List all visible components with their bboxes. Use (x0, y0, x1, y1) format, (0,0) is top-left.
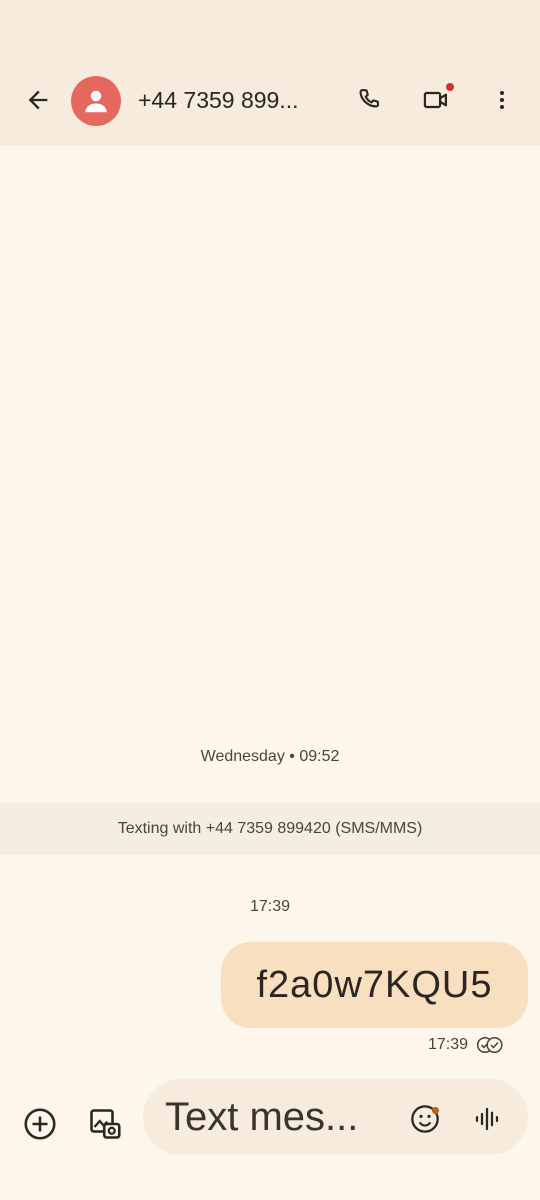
date-separator: Wednesday • 09:52 (200, 748, 340, 765)
add-attachment-button[interactable] (18, 1102, 62, 1146)
video-call-button[interactable] (412, 78, 460, 122)
avatar-person-icon (85, 90, 107, 113)
contact-title[interactable]: +44 7359 899... (138, 87, 299, 114)
voice-message-button[interactable] (465, 1097, 509, 1141)
sms-info-banner: Texting with +44 7359 899420 (SMS/MMS) (0, 803, 540, 855)
call-button[interactable] (348, 78, 392, 122)
message-input[interactable]: Text mes... (165, 1095, 358, 1140)
add-circle-icon (24, 1108, 56, 1140)
back-button[interactable] (16, 78, 60, 122)
message-text: f2a0w7KQU5 (256, 963, 493, 1006)
avatar[interactable] (71, 76, 121, 126)
video-call-icon (423, 91, 448, 109)
notification-dot (446, 83, 454, 91)
emoji-badge-dot (432, 1107, 439, 1114)
message-meta: 17:39 (428, 1036, 504, 1054)
more-options-button[interactable] (480, 78, 524, 122)
app-bar: +44 7359 899... (0, 56, 540, 146)
status-bar (0, 0, 540, 56)
banner-text: Texting with +44 7359 899420 (SMS/MMS) (117, 820, 423, 837)
time-separator: 17:39 (249, 898, 291, 915)
message-compose-box[interactable]: Text mes... (143, 1079, 528, 1155)
phone-icon (359, 89, 380, 108)
message-time: 17:39 (427, 1036, 468, 1053)
emoji-button[interactable] (403, 1097, 447, 1141)
voice-waveform-icon (475, 1107, 499, 1131)
back-arrow-icon (28, 90, 48, 110)
gallery-icon (90, 1109, 121, 1139)
gallery-button[interactable] (83, 1102, 127, 1146)
outgoing-message-bubble[interactable]: f2a0w7KQU5 (221, 942, 528, 1028)
double-check-icon (476, 1036, 503, 1054)
more-vert-icon (500, 91, 504, 109)
